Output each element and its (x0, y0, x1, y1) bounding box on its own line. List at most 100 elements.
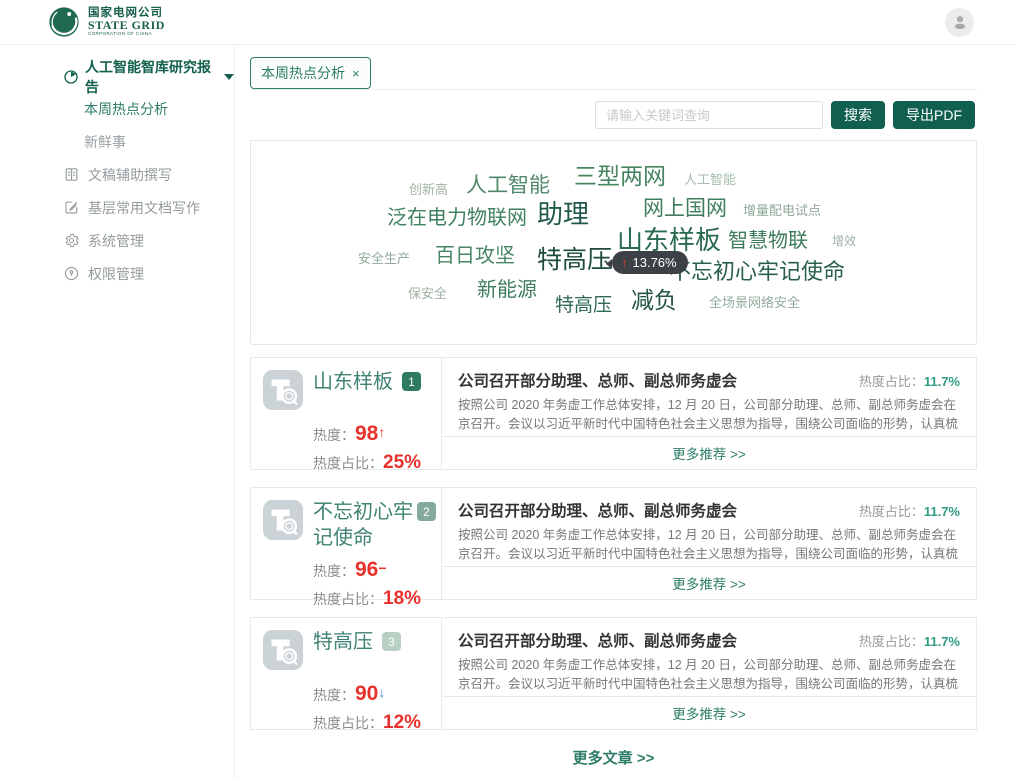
word-cloud-word[interactable]: 山东样板 (617, 227, 721, 253)
sidebar-item-label: 基层常用文档写作 (88, 198, 200, 218)
image-placeholder-icon (262, 369, 304, 411)
image-placeholder-icon (262, 499, 304, 541)
sidebar-item-ai-report-group[interactable]: 人工智能智库研究报告 (0, 62, 234, 92)
export-pdf-button[interactable]: 导出PDF (893, 101, 975, 129)
heat-label: 热度： (313, 427, 355, 443)
article-share: 热度占比：11.7% (849, 369, 960, 391)
heat-label: 热度： (313, 687, 355, 703)
trend-up-icon: ↑ (378, 424, 385, 440)
sidebar-item-label: 文稿辅助撰写 (88, 165, 172, 185)
heat-share-row: 热度占比：12% (313, 709, 441, 737)
word-cloud-canvas: 创新高 人工智能 三型两网 人工智能泛在电力物联网助理 网上国网 增量配电试点山东样板智慧… (251, 141, 976, 344)
up-arrow-icon: ↑ (621, 255, 628, 270)
sidebar-item-permissions[interactable]: 权限管理 (0, 257, 234, 290)
rank-badge: 2 (417, 502, 436, 521)
more-recommend-link[interactable]: 更多推荐 >> (442, 696, 976, 729)
word-cloud-word[interactable]: 泛在电力物联网 (387, 208, 527, 228)
word-cloud-word[interactable]: 三型两网 (574, 165, 666, 188)
keyword-title: 特高压 (313, 629, 425, 671)
word-cloud-word[interactable]: 特高压 (537, 248, 612, 273)
hotspot-card: 山东样板 1 热度：98↑ 热度占比：25% 公司召开部分助理、总师、副总师务虚… (250, 357, 977, 470)
hotspot-card: 特高压 3 热度：90↓ 热度占比：12% 公司召开部分助理、总师、副总师务虚会 (250, 617, 977, 730)
sidebar-item-news[interactable]: 新鲜事 (0, 125, 234, 158)
article-title[interactable]: 公司召开部分助理、总师、副总师务虚会 (458, 499, 737, 521)
word-cloud-word[interactable]: 人工智能 (466, 175, 550, 196)
app-header: 国家电网公司 STATE GRID CORPORATION OF CHINA (0, 0, 1016, 45)
article-share-label: 热度占比： (859, 504, 924, 519)
sidebar-item-label: 权限管理 (88, 264, 144, 284)
sidebar-item-doc-writing[interactable]: 基层常用文档写作 (0, 191, 234, 224)
state-grid-emblem-icon (47, 5, 81, 39)
word-cloud-word[interactable]: 新能源 (477, 280, 537, 300)
article-share-label: 热度占比： (859, 374, 924, 389)
chevron-down-icon (224, 74, 234, 80)
sidebar-item-draft-assist[interactable]: 文稿辅助撰写 (0, 158, 234, 191)
share-label: 热度占比： (313, 591, 383, 607)
person-icon (949, 11, 971, 33)
more-recommend-link[interactable]: 更多推荐 >> (442, 566, 976, 599)
heat-row: 热度：96− (313, 555, 441, 585)
close-icon[interactable]: × (352, 67, 360, 80)
logo-caption: CORPORATION OF CHINA (88, 32, 165, 37)
hotspot-summary-panel: 特高压 3 热度：90↓ 热度占比：12% (251, 618, 441, 729)
article-share-value: 11.7% (924, 374, 960, 389)
tab-weekly-hotspot[interactable]: 本周热点分析 × (250, 57, 371, 89)
article-share: 热度占比：11.7% (849, 629, 960, 651)
gear-icon (63, 232, 80, 249)
heat-value: 90 (355, 682, 378, 705)
article-panel: 公司召开部分助理、总师、副总师务虚会 热度占比：11.7% 按照公司 2020 … (441, 358, 976, 469)
word-cloud-word[interactable]: 智慧物联 (728, 231, 808, 251)
trend-flat-icon: − (378, 560, 386, 576)
heat-share-row: 热度占比：18% (313, 585, 441, 613)
word-cloud-word[interactable]: 人工智能 (684, 173, 736, 186)
search-input[interactable] (595, 101, 823, 129)
word-cloud-word[interactable]: 创新高 (409, 183, 448, 196)
sidebar: 人工智能智库研究报告 本周热点分析 新鲜事 文稿辅助撰写 (0, 45, 235, 779)
article-title[interactable]: 公司召开部分助理、总师、副总师务虚会 (458, 369, 737, 391)
share-label: 热度占比： (313, 715, 383, 731)
word-cloud-word[interactable]: 不忘初心牢记使命 (669, 261, 845, 283)
heat-value: 98 (355, 422, 378, 445)
sidebar-item-label: 系统管理 (88, 231, 144, 251)
share-value: 12% (383, 712, 421, 733)
lock-icon (63, 265, 80, 282)
tab-label: 本周热点分析 (261, 63, 345, 83)
pie-chart-icon (63, 69, 79, 85)
heat-value: 96 (355, 558, 378, 581)
more-recommend-link[interactable]: 更多推荐 >> (442, 436, 976, 469)
heat-label: 热度： (313, 563, 355, 579)
article-title[interactable]: 公司召开部分助理、总师、副总师务虚会 (458, 629, 737, 651)
article-summary: 按照公司 2020 年务虚工作总体安排，12 月 20 日，公司部分助理、总师、… (442, 651, 976, 696)
heat-share-row: 热度占比：25% (313, 449, 441, 477)
search-button[interactable]: 搜索 (831, 101, 885, 129)
article-summary: 按照公司 2020 年务虚工作总体安排，12 月 20 日，公司部分助理、总师、… (442, 391, 976, 436)
word-cloud-panel: 创新高 人工智能 三型两网 人工智能泛在电力物联网助理 网上国网 增量配电试点山东样板智慧… (250, 140, 977, 345)
hotspot-summary-panel: 不忘初心牢记使命 2 热度：96− 热度占比：18% (251, 488, 441, 599)
share-label: 热度占比： (313, 455, 383, 471)
word-cloud-word[interactable]: 安全生产 (358, 252, 410, 265)
keyword-title: 不忘初心牢记使命 (313, 499, 423, 551)
image-placeholder-icon (262, 629, 304, 671)
word-cloud-word[interactable]: 全场景网络安全 (709, 296, 800, 309)
word-cloud-word[interactable]: 百日攻坚 (435, 246, 515, 266)
heat-row: 热度：98↑ (313, 419, 441, 449)
word-cloud-word[interactable]: 保安全 (408, 287, 447, 300)
article-panel: 公司召开部分助理、总师、副总师务虚会 热度占比：11.7% 按照公司 2020 … (441, 618, 976, 729)
word-cloud-word[interactable]: 增量配电试点 (743, 204, 821, 217)
word-cloud-word[interactable]: 特高压 (555, 296, 612, 315)
document-icon (63, 166, 80, 183)
word-cloud-word[interactable]: 增效 (832, 235, 856, 247)
compose-icon (63, 199, 80, 216)
share-value: 18% (383, 588, 421, 609)
heat-row: 热度：90↓ (313, 679, 441, 709)
word-cloud-word[interactable]: 减负 (631, 289, 677, 312)
trend-down-icon: ↓ (378, 684, 385, 700)
article-panel: 公司召开部分助理、总师、副总师务虚会 热度占比：11.7% 按照公司 2020 … (441, 488, 976, 599)
more-articles-link[interactable]: 更多文章 >> (250, 747, 977, 768)
user-avatar[interactable] (945, 8, 974, 37)
search-toolbar: 搜索 导出PDF (250, 90, 977, 140)
sidebar-item-system-admin[interactable]: 系统管理 (0, 224, 234, 257)
main-content: 本周热点分析 × 搜索 导出PDF 创新高 人工智能 三型两网 人工智能泛在电力物联网… (235, 45, 977, 779)
word-cloud-word[interactable]: 助理 (537, 201, 589, 227)
word-cloud-word[interactable]: 网上国网 (643, 198, 727, 219)
